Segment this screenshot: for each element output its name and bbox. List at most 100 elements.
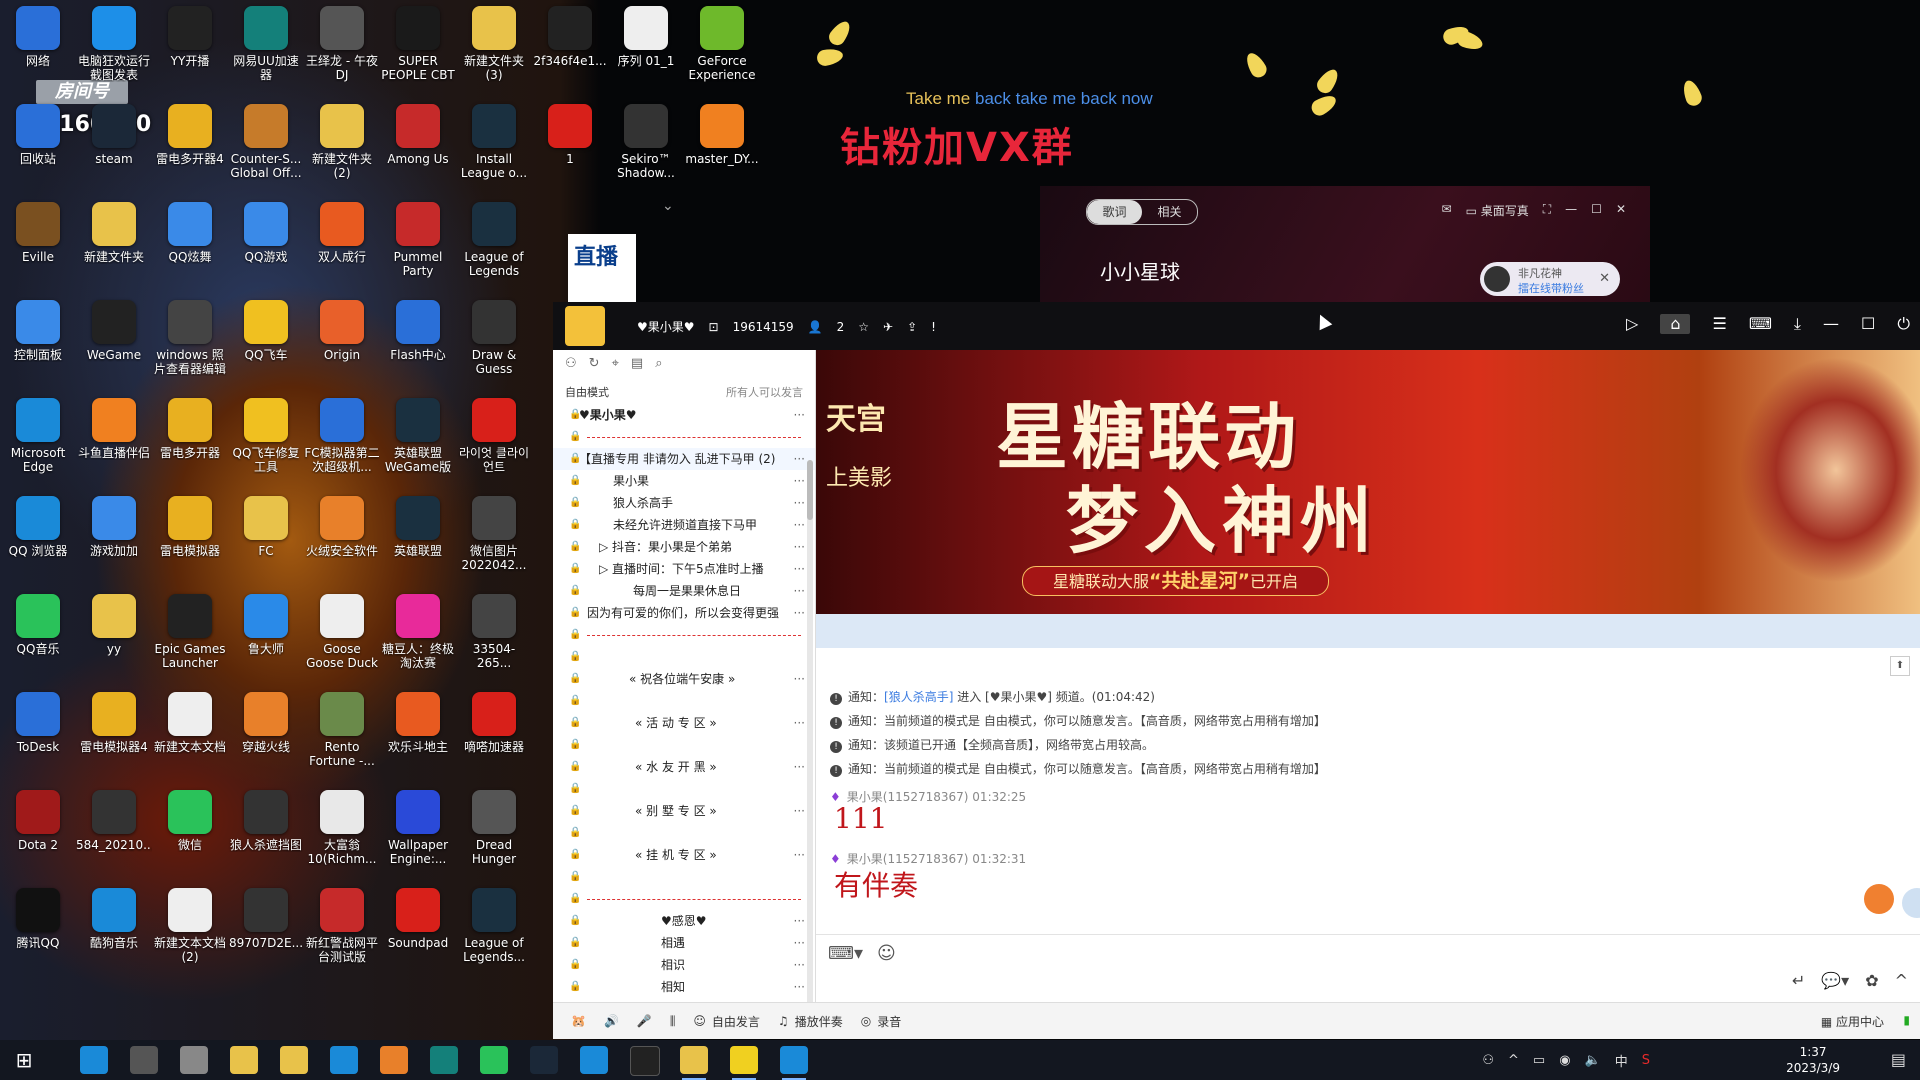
ime-indicator[interactable]: 中 [1615,1051,1628,1070]
channel-row[interactable]: 🔒 [553,734,815,756]
desktop-icon[interactable]: 라이엇 클라이언트 [456,398,532,474]
info-icon[interactable]: ! [931,320,936,334]
more-icon[interactable]: ··· [794,448,805,470]
more-icon[interactable]: ··· [794,910,805,932]
desktop-icon[interactable]: 雷电模拟器 [152,496,228,558]
people-icon[interactable]: ⚇ [1482,1053,1494,1068]
channel-row[interactable]: 🔒 « 挂 机 专 区 » ··· [553,844,815,866]
desktop-icon[interactable]: SUPER PEOPLE CBT [380,6,456,82]
edge-icon[interactable] [80,1046,108,1074]
free-speak-button[interactable]: ☺ 自由发言 [693,1013,760,1030]
desktop-icon[interactable]: FC模拟器第二次超级机... [304,398,380,474]
desktop-icon[interactable]: 狼人杀遮挡图 [228,790,304,852]
channel-row[interactable]: 🔒 相遇 ··· [553,932,815,954]
video-icon[interactable]: ▷ [1626,314,1638,334]
qq-browser-icon[interactable] [330,1046,358,1074]
channel-row[interactable]: 🔒 相知 ··· [553,976,815,998]
gift-icon[interactable] [1864,884,1894,914]
store-icon[interactable] [130,1046,158,1074]
more-icon[interactable]: ··· [794,602,805,624]
fullscreen-icon[interactable]: ⛶ [1543,202,1551,219]
desktop-icon[interactable]: Wallpaper Engine:... [380,790,456,866]
chevron-up-icon[interactable]: ^ [1508,1053,1519,1068]
channel-row[interactable]: 🔒 « 别 墅 专 区 » ··· [553,800,815,822]
desktop-photo-button[interactable]: ▭ 桌面写真 [1466,202,1529,219]
desktop-icon[interactable]: Draw & Guess [456,300,532,376]
desktop-icon[interactable]: Among Us [380,104,456,166]
desktop-icon[interactable]: 2f346f4e1... [532,6,608,68]
desktop-icon[interactable]: 欢乐斗地主 [380,692,456,754]
more-icon[interactable]: ··· [794,800,805,822]
app-center-button[interactable]: ▦ 应用中心 [1821,1013,1884,1030]
desktop-icon[interactable]: 嘀嗒加速器 [456,692,532,754]
desktop-icon[interactable]: 穿越火线 [228,692,304,754]
channel-row[interactable]: 🔒 [553,866,815,888]
desktop-icon[interactable]: 584_20210... [76,790,152,852]
desktop-icon[interactable]: 双人成行 [304,202,380,264]
channel-row[interactable]: 🔒 « 祝各位端午安康 » ··· [553,668,815,690]
desktop-icon[interactable]: Flash中心 [380,300,456,362]
channel-row[interactable]: 🔒 [553,624,815,646]
speaker-icon[interactable]: 🔊 [604,1014,619,1028]
desktop-icon[interactable]: 鲁大师 [228,594,304,656]
send-icon[interactable]: ↵ [1792,971,1805,990]
mail-icon[interactable] [180,1046,208,1074]
microphone-icon[interactable]: 🎤 [637,1014,652,1028]
close-icon[interactable]: ✕ [1616,202,1626,219]
desktop-icon[interactable]: 大富翁10(Richm... [304,790,380,866]
desktop-icon[interactable]: YY开播 [152,6,228,68]
chat-input-bar[interactable]: ⌨▾ ☺ ↵ 💬▾ ✿ ^ [816,934,1920,1003]
mail-icon[interactable]: ✉ [1442,202,1452,219]
scroll-top-icon[interactable]: ⬆ [1890,656,1910,676]
desktop-icon[interactable]: 89707D2E... [228,888,304,950]
notification-icon[interactable]: ▤ [1891,1050,1906,1069]
volume-icon[interactable]: 🔈 [1585,1053,1601,1068]
notice-user-link[interactable]: [狼人杀高手] [884,690,953,704]
desktop-icon[interactable]: Origin [304,300,380,362]
desktop-icon[interactable]: QQ飞车 [228,300,304,362]
desktop-icon[interactable]: 新建文件夹 (3) [456,6,532,82]
desktop-icon[interactable]: QQ炫舞 [152,202,228,264]
desktop-icon[interactable]: Epic Games Launcher [152,594,228,670]
kugou-icon[interactable] [780,1046,808,1080]
tab-related[interactable]: 相关 [1142,200,1197,224]
desktop-icon[interactable]: Rento Fortune -... [304,692,380,768]
flower-icon[interactable]: ✿ [1865,971,1878,990]
desktop-icon[interactable]: 雷电多开器 [152,398,228,460]
desktop-icon[interactable]: 新建文本文档 (2) [152,888,228,964]
channel-row[interactable]: 🔒 【直播专用 非请勿入 乱进下马甲 (2) ··· [553,448,815,470]
list-icon[interactable]: ☰ [1712,314,1726,334]
desktop-icon[interactable]: 回收站 [0,104,76,166]
desktop-icon[interactable]: 火绒安全软件 [304,496,380,558]
desktop-icon[interactable]: Dread Hunger [456,790,532,866]
channel-row[interactable]: 🔒 « 水 友 开 黑 » ··· [553,756,815,778]
minimize-icon[interactable]: — [1823,314,1839,334]
qq-tray-icon[interactable]: ◉ [1559,1053,1570,1068]
desktop-icon[interactable]: 英雄联盟WeGame版 [380,398,456,474]
more-icon[interactable]: ··· [794,976,805,998]
more-icon[interactable]: ··· [794,580,805,602]
channel-row[interactable]: 🔒 相识 ··· [553,954,815,976]
more-icon[interactable]: ··· [794,756,805,778]
desktop-icon[interactable]: FC [228,496,304,558]
more-icon[interactable]: ··· [794,514,805,536]
fan-badge[interactable]: 非凡花神 擂在线带粉丝 ✕ [1480,262,1620,296]
settings-bubble-icon[interactable] [1902,888,1920,918]
desktop-icon[interactable]: Dota 2 [0,790,76,852]
channel-row[interactable]: 🔒 [553,888,815,910]
more-icon[interactable]: ··· [794,932,805,954]
desktop-icon[interactable]: 游戏加加 [76,496,152,558]
desktop-icon[interactable]: yy [76,594,152,656]
chat-bubble-icon[interactable]: 💬▾ [1821,971,1849,990]
channel-row[interactable]: 🔒 ♥果小果♥ ··· [553,404,815,426]
more-icon[interactable]: ··· [794,536,805,558]
desktop-icon[interactable]: 英雄联盟 [380,496,456,558]
download-icon[interactable]: ⤓ [1794,314,1801,334]
desktop-icon[interactable]: windows 照片查看器编辑 [152,300,228,376]
desktop-icon[interactable]: WeGame [76,300,152,362]
yy-live-icon[interactable] [730,1046,758,1080]
desktop-icon[interactable]: 酷狗音乐 [76,888,152,950]
more-icon[interactable]: ··· [794,404,805,426]
favorite-icon[interactable]: ☆ [858,320,869,334]
channel-row[interactable]: 🔒 « 活 动 专 区 » ··· [553,712,815,734]
